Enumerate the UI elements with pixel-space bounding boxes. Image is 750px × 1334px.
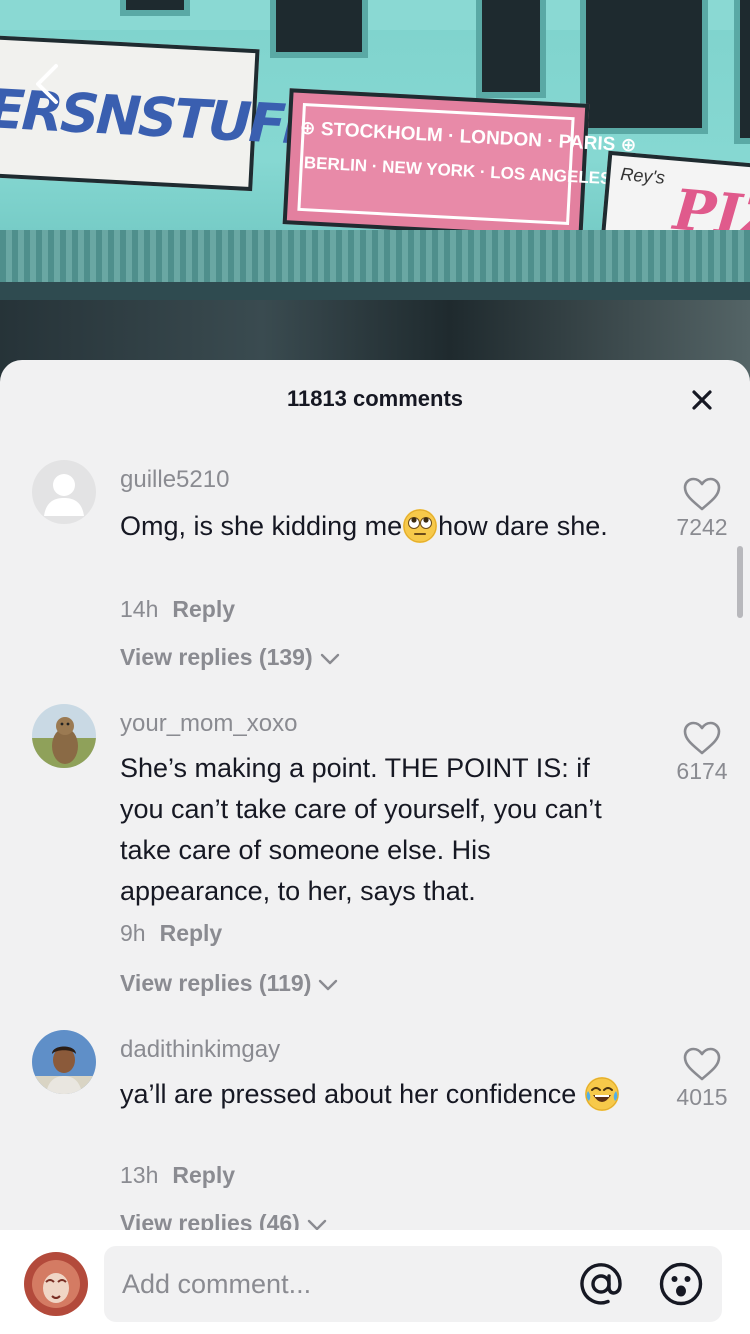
reply-button[interactable]: Reply xyxy=(172,596,235,622)
person-avatar-icon xyxy=(32,1030,96,1094)
like-count: 7242 xyxy=(676,514,728,540)
comment-input[interactable] xyxy=(122,1246,562,1322)
window xyxy=(476,0,546,98)
like-button[interactable]: 4015 xyxy=(660,1046,744,1111)
comment-composer xyxy=(0,1230,750,1334)
close-icon xyxy=(692,390,712,410)
smiley-icon xyxy=(659,1262,703,1306)
video-background: ERSNSTUFF ⊕ STOCKHOLM · LONDON · PARIS ⊕… xyxy=(0,0,750,400)
my-avatar xyxy=(24,1252,88,1316)
comment-username[interactable]: guille5210 xyxy=(120,466,229,494)
comment-meta: 13h Reply xyxy=(120,1162,235,1189)
comment-time: 14h xyxy=(120,596,159,622)
comment-input-box[interactable] xyxy=(104,1246,722,1322)
heart-icon xyxy=(683,721,721,755)
comment-time: 13h xyxy=(120,1162,159,1188)
window xyxy=(270,0,368,58)
comment-text: She’s making a point. THE POINT IS: if y… xyxy=(120,753,602,906)
chevron-down-icon xyxy=(317,971,339,998)
comment-text-part: how dare she. xyxy=(438,511,608,541)
view-replies-button[interactable]: View replies (46) xyxy=(120,1210,328,1230)
comment-text-part: ya’ll are pressed about her confidence xyxy=(120,1079,577,1109)
reply-button[interactable]: Reply xyxy=(160,920,223,946)
comment-text-part: Omg, is she kidding me xyxy=(120,511,403,541)
chevron-down-icon xyxy=(319,645,341,672)
comment-time: 9h xyxy=(120,920,146,946)
avatar[interactable] xyxy=(32,1030,96,1094)
close-button[interactable] xyxy=(682,380,722,420)
mention-button[interactable] xyxy=(578,1261,624,1307)
heart-icon xyxy=(683,477,721,511)
heart-icon xyxy=(683,1047,721,1081)
comment-meta: 9h Reply xyxy=(120,920,222,947)
comment-text: Omg, is she kidding me how dare she. xyxy=(120,506,640,547)
window xyxy=(734,0,750,144)
view-replies-label: View replies (139) xyxy=(120,644,313,670)
like-button[interactable]: 6174 xyxy=(660,720,744,785)
view-replies-label: View replies (119) xyxy=(120,970,312,996)
at-sign-icon xyxy=(580,1263,622,1305)
face-with-tears-of-joy-icon xyxy=(584,1077,619,1111)
window xyxy=(120,0,190,16)
like-button[interactable]: 7242 xyxy=(660,476,744,541)
window xyxy=(580,0,708,134)
chevron-left-icon xyxy=(36,64,58,104)
comments-header: 11813 comments xyxy=(0,360,750,440)
comment-count: 11813 comments xyxy=(286,386,464,411)
like-count: 6174 xyxy=(676,758,728,784)
awning-trim xyxy=(0,282,750,302)
comments-sheet: 11813 comments guille5210 Omg, is she ki… xyxy=(0,360,750,1334)
default-avatar-icon xyxy=(32,460,96,524)
emoji-button[interactable] xyxy=(658,1261,704,1307)
comment-meta: 14h Reply xyxy=(120,596,235,623)
face-with-rolling-eyes-icon xyxy=(403,509,438,543)
comment-username[interactable]: dadithinkimgay xyxy=(120,1036,280,1064)
back-button[interactable] xyxy=(28,60,68,108)
store-sign-cities: ⊕ STOCKHOLM · LONDON · PARIS ⊕ BERLIN · … xyxy=(282,88,637,240)
avatar[interactable] xyxy=(32,460,96,524)
scrollbar[interactable] xyxy=(737,546,743,618)
awning xyxy=(0,230,750,282)
sign-pizza-small: Rey's xyxy=(619,163,666,188)
chevron-down-icon xyxy=(306,1211,328,1230)
view-replies-button[interactable]: View replies (139) xyxy=(120,644,341,672)
view-replies-label: View replies (46) xyxy=(120,1210,300,1230)
store-sign-left: ERSNSTUFF xyxy=(0,34,318,192)
view-replies-button[interactable]: View replies (119) xyxy=(120,970,339,998)
like-count: 4015 xyxy=(676,1084,728,1110)
comment-text: ya’ll are pressed about her confidence xyxy=(120,1074,640,1115)
comment-username[interactable]: your_mom_xoxo xyxy=(120,710,297,738)
comment-list[interactable]: guille5210 Omg, is she kidding me how da… xyxy=(0,440,750,1230)
prairie-dog-avatar-icon xyxy=(32,704,96,768)
avatar[interactable] xyxy=(32,704,96,768)
reply-button[interactable]: Reply xyxy=(172,1162,235,1188)
lion-avatar-icon xyxy=(24,1252,88,1316)
